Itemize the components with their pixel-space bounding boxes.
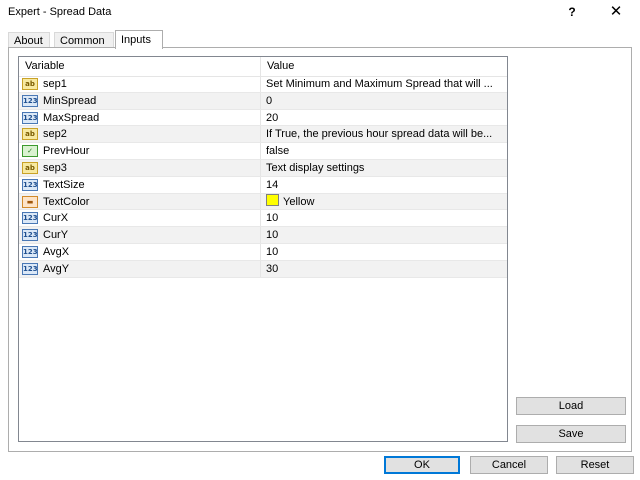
- variable-cell[interactable]: 123 MaxSpread: [19, 109, 261, 126]
- value-cell[interactable]: 20: [261, 110, 507, 126]
- table-rows: ab sep1 Set Minimum and Maximum Spread tha…: [19, 76, 507, 278]
- color-swatch: [266, 193, 279, 206]
- variable-name: TextColor: [43, 195, 90, 208]
- value-text: If True, the previous hour spread data w…: [266, 128, 493, 141]
- number-icon: 123: [22, 229, 38, 242]
- variable-name: TextSize: [43, 178, 85, 191]
- string-icon: ab: [22, 128, 38, 141]
- expert-dialog: Expert - Spread Data ? ✕ About Common In…: [0, 0, 640, 480]
- number-icon: 123: [22, 262, 38, 275]
- variable-name: CurX: [43, 212, 69, 225]
- variable-cell[interactable]: 123 TextSize: [19, 176, 261, 193]
- value-cell[interactable]: 0: [261, 93, 507, 109]
- value-cell[interactable]: 10: [261, 244, 507, 260]
- bool-icon: ✓: [22, 145, 38, 158]
- help-button[interactable]: ?: [560, 2, 584, 22]
- number-icon: 123: [22, 212, 38, 225]
- value-text: Yellow: [283, 195, 315, 208]
- variable-cell[interactable]: 123 CurY: [19, 227, 261, 243]
- table-row[interactable]: ab sep2 If True, the previous hour spread …: [19, 126, 507, 144]
- table-row[interactable]: 123 MinSpread 0: [19, 92, 507, 110]
- value-cell[interactable]: Text display settings: [261, 160, 507, 176]
- table-row[interactable]: ✓ PrevHour false: [19, 143, 507, 160]
- inputs-table: Variable Value ab sep1 Set Minimum and Max…: [18, 56, 508, 442]
- load-button[interactable]: Load: [516, 397, 626, 415]
- reset-button[interactable]: Reset: [556, 456, 634, 474]
- variable-name: sep2: [43, 128, 67, 141]
- value-text: 10: [266, 245, 279, 258]
- variable-cell[interactable]: ab sep3: [19, 159, 261, 176]
- table-row[interactable]: 123 CurY 10: [19, 227, 507, 244]
- variable-name: sep1: [43, 78, 67, 90]
- variable-name: AvgY: [43, 262, 70, 275]
- table-row[interactable]: 123 AvgX 10: [19, 243, 507, 261]
- variable-name: PrevHour: [43, 145, 90, 158]
- value-cell[interactable]: false: [261, 143, 507, 159]
- tab-inputs[interactable]: Inputs: [115, 30, 163, 49]
- variable-name: sep3: [43, 161, 67, 174]
- table-row[interactable]: 123 CurX 10: [19, 210, 507, 228]
- table-row[interactable]: 123 MaxSpread 20: [19, 109, 507, 127]
- tab-about[interactable]: About: [8, 32, 50, 48]
- value-cell[interactable]: Set Minimum and Maximum Spread that will…: [261, 76, 507, 92]
- variable-cell[interactable]: ✓ PrevHour: [19, 143, 261, 159]
- table-row[interactable]: ab sep1 Set Minimum and Maximum Spread tha…: [19, 76, 507, 93]
- variable-cell[interactable]: ab sep1: [19, 76, 261, 92]
- tab-common[interactable]: Common: [54, 32, 114, 48]
- value-text: Set Minimum and Maximum Spread that will…: [266, 78, 493, 90]
- column-header-variable[interactable]: Variable: [19, 57, 261, 76]
- value-text: 10: [266, 229, 279, 242]
- table-row[interactable]: ab sep3 Text display settings: [19, 159, 507, 177]
- value-cell[interactable]: Yellow: [261, 193, 507, 210]
- variable-name: CurY: [43, 229, 69, 242]
- value-text: 10: [266, 212, 279, 225]
- string-icon: ab: [22, 78, 38, 90]
- table-header: Variable Value: [19, 57, 507, 77]
- value-cell[interactable]: 30: [261, 261, 507, 277]
- value-cell[interactable]: 14: [261, 177, 507, 193]
- ok-button[interactable]: OK: [384, 456, 460, 474]
- column-header-value[interactable]: Value: [261, 57, 507, 76]
- value-text: 30: [266, 262, 279, 275]
- variable-name: MinSpread: [43, 94, 97, 107]
- number-icon: 123: [22, 111, 38, 124]
- variable-cell[interactable]: 123 CurX: [19, 210, 261, 227]
- variable-cell[interactable]: 123 AvgX: [19, 243, 261, 260]
- variable-cell[interactable]: 123 MinSpread: [19, 92, 261, 109]
- number-icon: 123: [22, 94, 38, 107]
- value-cell[interactable]: 10: [261, 210, 507, 226]
- value-text: 20: [266, 111, 279, 124]
- value-text: false: [266, 145, 290, 158]
- variable-cell[interactable]: ab sep2: [19, 126, 261, 143]
- close-button[interactable]: ✕: [604, 2, 628, 22]
- variable-name: AvgX: [43, 245, 70, 258]
- variable-cell[interactable]: 123 AvgY: [19, 260, 261, 277]
- save-button[interactable]: Save: [516, 425, 626, 443]
- table-row[interactable]: 123 AvgY 30: [19, 260, 507, 278]
- value-text: Text display settings: [266, 161, 365, 174]
- value-text: 0: [266, 94, 273, 107]
- value-cell[interactable]: 10: [261, 227, 507, 243]
- title-bar: Expert - Spread Data ? ✕: [0, 0, 640, 26]
- variable-name: MaxSpread: [43, 111, 100, 124]
- variable-cell[interactable]: ▬ TextColor: [19, 193, 261, 210]
- window-title: Expert - Spread Data: [8, 6, 112, 18]
- value-text: 14: [266, 178, 279, 191]
- table-row[interactable]: 123 TextSize 14: [19, 176, 507, 194]
- cancel-button[interactable]: Cancel: [470, 456, 548, 474]
- number-icon: 123: [22, 178, 38, 191]
- value-cell[interactable]: If True, the previous hour spread data w…: [261, 126, 507, 142]
- number-icon: 123: [22, 245, 38, 258]
- color-icon: ▬: [22, 195, 38, 208]
- string-icon: ab: [22, 161, 38, 174]
- table-row[interactable]: ▬ TextColor Yellow: [19, 193, 507, 211]
